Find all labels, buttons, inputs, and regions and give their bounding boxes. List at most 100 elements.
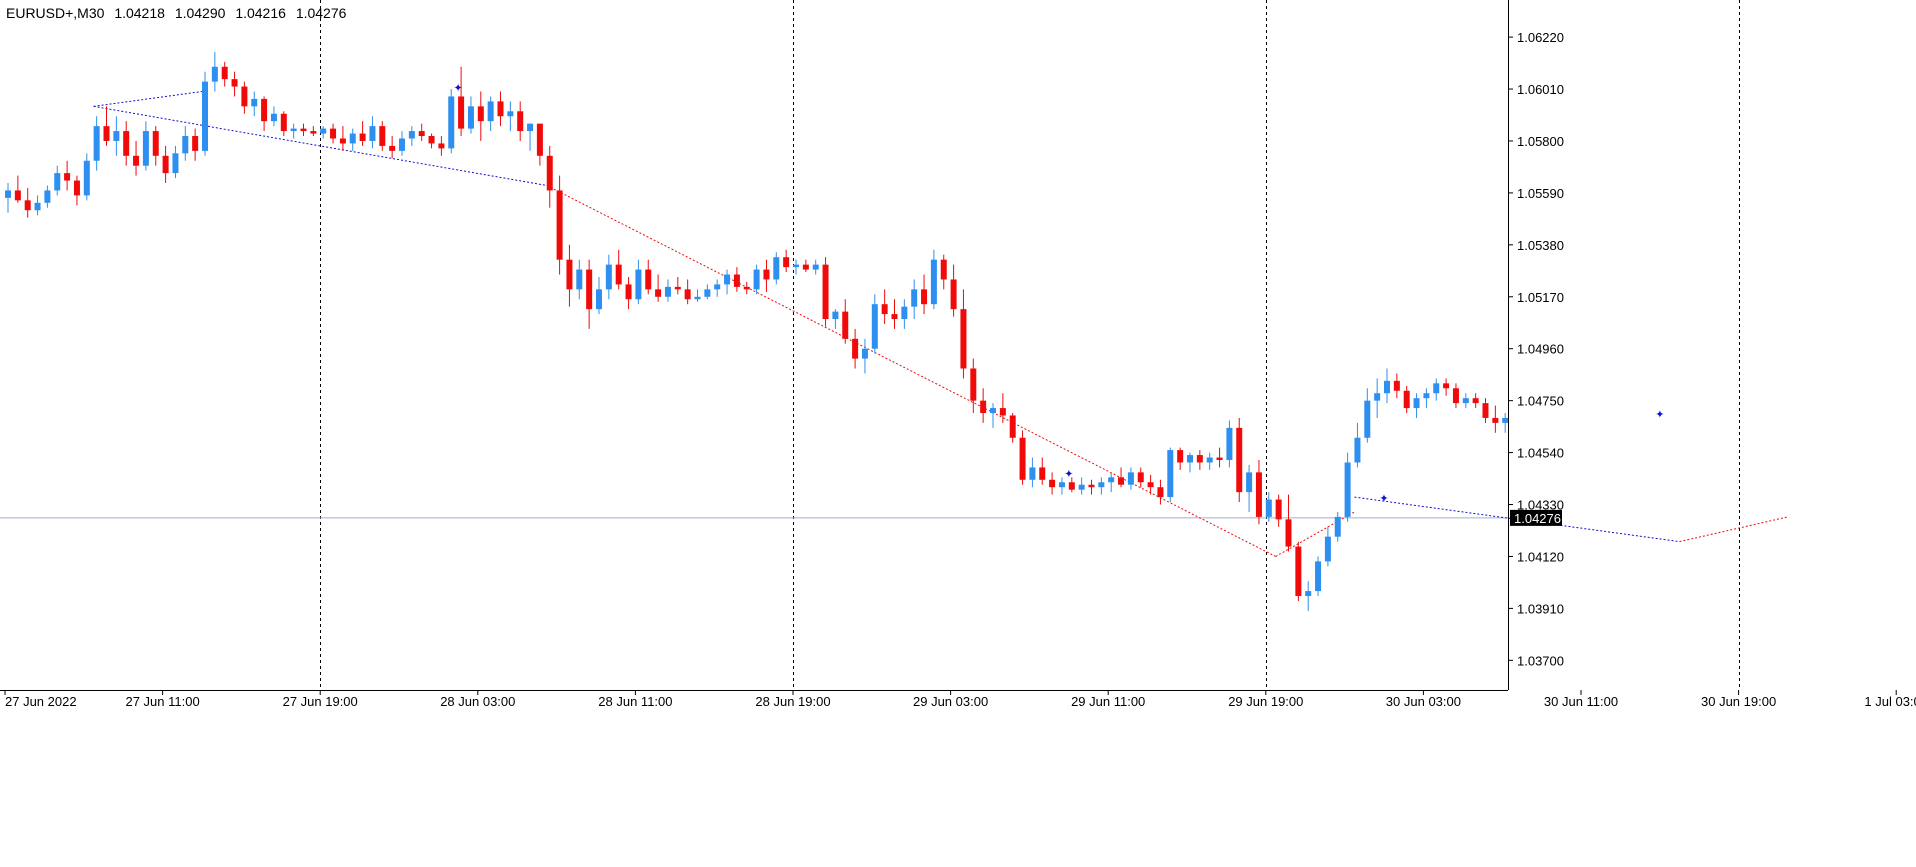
candle-body [300,128,307,132]
candle-body [73,180,80,196]
candle-body [1393,380,1400,391]
candle-body [1118,477,1125,485]
high-value: 1.04290 [174,5,226,21]
candle[interactable] [1236,417,1243,503]
chart-root[interactable]: ✦ ✦ ✦ ✦ 1.06220 1.06010 1.05800 1.05590 1.05380… [0,0,1916,867]
candle-body [1255,472,1262,517]
candle[interactable] [448,89,455,154]
candle-body [596,289,602,310]
candle-body [133,155,140,166]
x-tick-label: 27 Jun 19:00 [283,694,358,709]
candle-body [1275,499,1282,520]
candle-body [1127,472,1134,485]
x-tick-label: 28 Jun 11:00 [598,694,672,709]
candle-body [251,98,258,107]
candle-body [674,286,681,290]
candle-body [1423,393,1430,399]
y-tick-label: 1.03700 [1517,653,1564,668]
candle-body [103,126,110,141]
x-tick-label: 28 Jun 19:00 [755,694,830,709]
candle-body [270,113,277,122]
candle-body [517,111,524,132]
candle-body [802,264,809,270]
candle-body [1246,472,1253,493]
candle-body [714,284,721,290]
current-price-text: 1.04276 [1514,511,1561,526]
candle-body [625,284,632,300]
candle-body [1137,472,1144,483]
signal-marker-icon: ✦ [1064,468,1073,480]
candle-body [1492,417,1499,423]
x-tick-label: 27 Jun 11:00 [125,694,199,709]
candle-body [1157,487,1164,498]
candle-body [615,264,622,285]
candle[interactable] [1295,541,1302,601]
candle-body [123,131,130,156]
chart-header: EURUSD+,M30 1.04218 1.04290 1.04216 1.04… [6,5,352,21]
candle-body [1344,462,1351,517]
candle[interactable] [1019,430,1026,485]
candle-body [1068,482,1075,490]
candle-body [950,279,957,310]
price-chart[interactable]: ✦ ✦ ✦ ✦ 1.06220 1.06010 1.05800 1.05590 1.05380… [0,0,1916,867]
candle-body [1187,455,1193,463]
y-tick-label: 1.03910 [1517,601,1564,616]
candle-body [1167,450,1174,498]
candle-body [1403,390,1410,409]
candle-body [83,160,90,196]
candle-body [743,286,750,290]
x-tick-label: 28 Jun 03:00 [440,694,515,709]
candle-body [664,286,671,297]
candle-body [527,123,534,132]
candle-body [901,306,908,320]
candle-body [497,101,504,117]
candle-body [310,131,317,134]
candle-body [694,296,701,300]
candle[interactable] [202,71,208,156]
candle-body [566,259,573,290]
candle-body [290,128,297,132]
candle-body [467,106,474,129]
plot-background [0,0,1916,867]
candle-body [1305,591,1312,597]
candle-body [536,123,543,156]
candle-body [458,96,465,129]
candle-body [172,153,179,174]
candle[interactable] [556,175,563,275]
candle-body [852,338,859,359]
candle[interactable] [1315,556,1322,597]
candle-body [911,289,918,307]
candle-body [1019,437,1026,480]
candle-body [261,98,268,122]
candle-body [1226,427,1233,460]
candle[interactable] [822,257,829,327]
candle-body [970,368,977,401]
candle-body [1472,398,1479,404]
candle-body [359,133,366,141]
candle-body [940,259,947,280]
candle-body [724,274,731,285]
candle-body [1295,546,1302,597]
x-tick-label: 30 Jun 11:00 [1544,694,1618,709]
candle-body [1315,561,1322,592]
candle[interactable] [1167,447,1174,503]
candle-body [211,66,218,82]
candle-body [369,126,376,141]
candle-body [546,155,553,191]
candle-body [280,113,287,132]
candle-body [733,274,740,287]
low-value: 1.04216 [235,5,286,21]
candle-body [54,173,61,191]
x-tick-label: 29 Jun 03:00 [913,694,988,709]
x-tick-label: 30 Jun 03:00 [1386,694,1461,709]
candle-body [1285,519,1292,547]
candle-body [556,190,563,260]
candle-body [1334,516,1341,537]
candle-body [477,106,484,122]
candle[interactable] [1344,452,1351,522]
y-tick-label: 1.06010 [1517,82,1564,97]
y-tick-label: 1.05380 [1517,238,1564,253]
y-tick-label: 1.06220 [1517,30,1564,45]
candle-body [379,126,386,146]
candle-body [684,289,691,300]
